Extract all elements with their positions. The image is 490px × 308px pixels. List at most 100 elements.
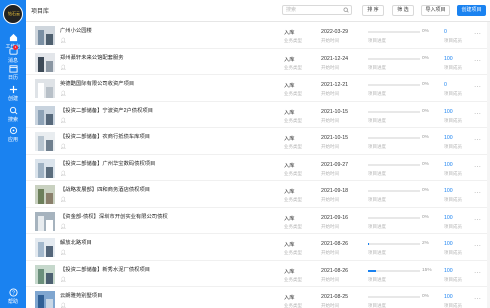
member-count-label: 项目成员 (444, 170, 462, 176)
member-count[interactable]: 100 (444, 56, 453, 62)
project-row[interactable]: 解放北路项目 👤︎ 入库 业务类型 2021-08-26 开始时间 2% 项目进度 100 项目成… (26, 234, 490, 261)
progress-percent: 2% (422, 241, 429, 246)
member-count[interactable]: 100 (444, 268, 453, 274)
sidebar-item-search[interactable]: 搜索 (0, 106, 26, 123)
project-row[interactable]: 英德酷国际有限公司收资产项目 👤︎ 入库 业务类型 2021-12-21 开始时间 0% 项目… (26, 75, 490, 102)
search-input[interactable]: 搜索 (282, 5, 352, 15)
member-count-label: 项目成员 (444, 303, 462, 308)
search-placeholder: 搜索 (286, 7, 297, 13)
main-area: 项目库 搜索 排 序 筛 选 导入项目 创建项目 广州小公园楼 👤︎ 入库 业务类型 2… (26, 0, 490, 308)
progress-percent: 15% (422, 267, 432, 273)
project-title[interactable]: 解放北路项目 (60, 238, 92, 246)
sort-button[interactable]: 排 序 (362, 5, 384, 16)
member-count[interactable]: 100 (444, 109, 453, 115)
project-title[interactable]: 英德酷国际有限公司收资产项目 (60, 79, 134, 87)
logo-text: 钻石云 (8, 11, 20, 16)
category-label: 业务类型 (284, 38, 302, 43)
project-status: 入库 (284, 189, 295, 195)
project-row[interactable]: 【资金部-债权】深圳市开创实业有限公司债权 👤︎ 入库 业务类型 2021-09-16 开… (26, 208, 490, 234)
sidebar-item-help[interactable]: ? 帮助 (0, 288, 26, 305)
page-title: 项目库 (31, 9, 50, 15)
more-options-icon[interactable]: ⋯ (474, 295, 481, 303)
sidebar-item-calendar[interactable]: 日历 (0, 64, 26, 81)
start-date: 2021-12-24 (321, 55, 349, 62)
create-project-button[interactable]: 创建项目 (457, 5, 486, 16)
home-icon (9, 33, 17, 42)
more-options-icon[interactable]: ⋯ (474, 57, 481, 65)
project-title[interactable]: 【投资二部储备】宁波资产2户债权项目 (60, 106, 153, 114)
project-title[interactable]: 郑州綦轩未来公馆配套服务 (60, 53, 124, 61)
progress-fill (368, 243, 370, 245)
project-title[interactable]: 广州小公园楼 (60, 26, 92, 34)
person-icon: 👤︎ (60, 64, 67, 71)
project-row[interactable]: 郑州綦轩未来公馆配套服务 👤︎ 入库 业务类型 2021-12-24 开始时间 0% 项目进度… (26, 49, 490, 75)
start-date-label: 开始时间 (321, 250, 339, 255)
more-options-icon[interactable]: ⋯ (474, 163, 481, 171)
project-thumbnail (35, 264, 55, 284)
sidebar-item-messages[interactable]: 1 消息 (0, 45, 26, 64)
filter-button[interactable]: 筛 选 (392, 5, 414, 16)
project-row[interactable]: 【投资二部储备】广州华宝数码债权项目 👤︎ 入库 业务类型 2021-09-27 开始时间… (26, 155, 490, 181)
member-count-label: 项目成员 (444, 38, 462, 43)
member-count[interactable]: 100 (444, 162, 453, 168)
project-title[interactable]: 【投资二部储备】农商行抵债车库项目 (60, 132, 150, 140)
project-row[interactable]: 广州小公园楼 👤︎ 入库 业务类型 2022-03-29 开始时间 0% 项目进度 0 项目成员 ⋯ (26, 22, 490, 49)
more-options-icon[interactable]: ⋯ (474, 189, 481, 197)
project-title[interactable]: 【战略发展部】四和商务酒店债权项目 (60, 185, 150, 193)
more-options-icon[interactable]: ⋯ (474, 83, 481, 91)
more-options-icon[interactable]: ⋯ (474, 136, 481, 144)
more-options-icon[interactable]: ⋯ (474, 216, 481, 224)
project-title[interactable]: 【投资二部储备】广州华宝数码债权项目 (60, 159, 155, 167)
progress-bar (368, 137, 420, 139)
sidebar-item-apps[interactable]: 应用 (0, 126, 26, 143)
project-status: 入库 (284, 242, 295, 248)
more-options-icon[interactable]: ⋯ (474, 269, 481, 277)
start-date: 2021-10-15 (321, 135, 349, 141)
project-title[interactable]: 云朗雅苑别墅项目 (60, 291, 102, 299)
member-count-label: 项目成员 (444, 91, 462, 96)
project-row[interactable]: 【投资二部储备】农商行抵债车库项目 👤︎ 入库 业务类型 2021-10-15 开始时间 0… (26, 128, 490, 155)
search-icon (9, 106, 17, 115)
progress-label: 项目进度 (368, 64, 386, 70)
person-icon: 👤︎ (60, 250, 67, 256)
progress-percent: 0% (422, 214, 429, 220)
project-thumbnail (35, 79, 55, 98)
member-count[interactable]: 100 (444, 294, 453, 300)
app-logo[interactable]: 钻石云 (3, 4, 23, 24)
project-thumbnail (35, 211, 55, 231)
project-title[interactable]: 【资金部-债权】深圳市开创实业有限公司债权 (60, 212, 168, 220)
project-row[interactable]: 【战略发展部】四和商务酒店债权项目 👤︎ 入库 业务类型 2021-09-18 开始时间 0… (26, 181, 490, 208)
project-row[interactable]: 【投资二部储备】宁波资产2户债权项目 👤︎ 入库 业务类型 2021-10-15 开始时间… (26, 102, 490, 128)
person-icon: 👤︎ (60, 197, 67, 203)
member-count[interactable]: 100 (444, 188, 453, 194)
import-project-button[interactable]: 导入项目 (421, 5, 450, 16)
member-count[interactable]: 100 (444, 135, 453, 141)
start-date-label: 开始时间 (321, 170, 339, 176)
project-status: 入库 (284, 268, 295, 275)
more-options-icon[interactable]: ⋯ (474, 110, 481, 118)
progress-label: 项目进度 (368, 117, 386, 123)
start-date-label: 开始时间 (321, 38, 339, 43)
member-count-label: 项目成员 (444, 276, 462, 282)
progress-bar (368, 216, 420, 219)
sidebar-item-label: 帮助 (7, 299, 18, 305)
plus-icon (9, 85, 17, 94)
start-date-label: 开始时间 (321, 197, 339, 202)
member-count-label: 项目成员 (444, 64, 462, 70)
start-date: 2021-09-18 (321, 188, 349, 194)
sidebar-item-label: 日历 (7, 75, 18, 81)
project-row[interactable]: 云朗雅苑别墅项目 👤︎ 入库 业务类型 2021-08-25 开始时间 0% 项目进度 100 项… (26, 287, 490, 308)
member-count[interactable]: 100 (444, 241, 453, 247)
member-count[interactable]: 100 (444, 215, 453, 221)
project-thumbnail (35, 105, 55, 125)
more-options-icon[interactable]: ⋯ (474, 30, 481, 38)
project-row[interactable]: 【投资二部储备】新秀水泥厂债权项目 👤︎ 入库 业务类型 2021-08-26 开始时间 1… (26, 261, 490, 287)
member-count[interactable]: 0 (444, 82, 447, 88)
project-title[interactable]: 【投资二部储备】新秀水泥厂债权项目 (60, 265, 150, 273)
search-icon[interactable] (343, 7, 349, 13)
sidebar-item-create[interactable]: 创建 (0, 85, 26, 102)
more-options-icon[interactable]: ⋯ (474, 242, 481, 250)
start-date: 2021-08-26 (321, 241, 349, 247)
member-count[interactable]: 0 (444, 29, 447, 35)
person-icon: 👤︎ (60, 144, 67, 150)
